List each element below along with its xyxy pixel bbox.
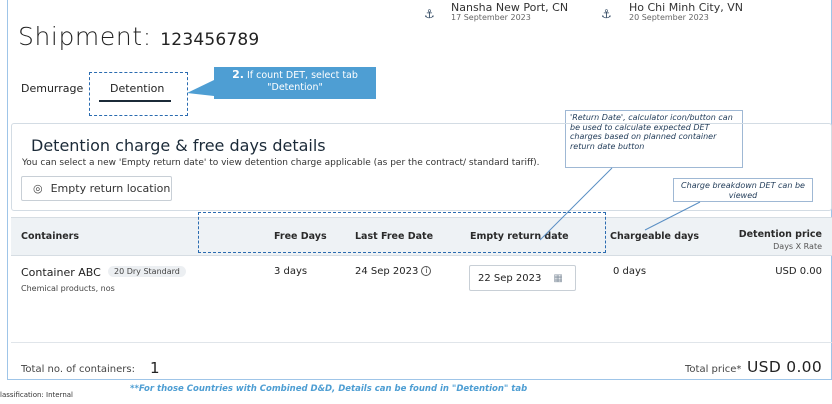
step-number: 2.: [232, 68, 244, 81]
col-chargeable-days: Chargeable days: [610, 231, 700, 242]
footer-note: **For those Countries with Combined D&D,…: [130, 384, 528, 394]
total-containers-label: Total no. of containers:: [21, 364, 135, 375]
tab-detention[interactable]: Detention: [110, 82, 164, 95]
empty-return-date-value: 22 Sep 2023: [478, 272, 542, 284]
empty-return-location-button[interactable]: ◎ Empty return location: [21, 176, 172, 201]
commodity: Chemical products, nos: [21, 284, 115, 293]
empty-return-location-label: Empty return location: [50, 182, 171, 195]
page-title: Shipment: 123456789: [18, 22, 259, 51]
col-containers: Containers: [21, 231, 80, 242]
shipment-label: Shipment:: [18, 22, 152, 51]
col-detention-price: Detention price: [738, 229, 822, 240]
step-text-line2: "Detention": [267, 82, 323, 93]
shipment-number: 123456789: [160, 30, 260, 50]
container-type-badge: 20 Dry Standard: [108, 266, 186, 277]
breakdown-note: Charge breakdown DET can be viewed: [673, 178, 813, 202]
tab-demurrage[interactable]: Demurrage: [21, 82, 83, 95]
detention-price-value: USD 0.00: [775, 266, 822, 277]
totals-divider: [11, 342, 832, 343]
empty-return-date-highlight: [198, 212, 606, 253]
info-icon[interactable]: i: [421, 266, 432, 276]
step-text-line1: If count DET, select tab: [246, 70, 358, 81]
active-tab-indicator: [99, 100, 171, 102]
total-price-label: Total price*: [685, 364, 742, 375]
last-free-date-text: 24 Sep 2023: [355, 266, 419, 277]
free-days-value: 3 days: [274, 266, 308, 277]
destination-date: 20 September 2023: [629, 13, 709, 22]
total-price-value: USD 0.00: [747, 358, 822, 376]
col-detention-price-sub: Days X Rate: [773, 242, 822, 251]
section-subtitle: You can select a new 'Empty return date'…: [22, 158, 540, 168]
empty-return-date-input[interactable]: 22 Sep 2023 ▦: [469, 265, 576, 291]
anchor-icon: ⚓: [601, 7, 612, 21]
classification-label: lassification: Internal: [0, 391, 73, 399]
section-title: Detention charge & free days details: [31, 136, 326, 155]
calendar-icon[interactable]: ▦: [553, 273, 562, 284]
chargeable-days-value: 0 days: [613, 266, 647, 277]
origin-date: 17 September 2023: [451, 13, 531, 22]
anchor-icon: ⚓: [424, 7, 435, 21]
location-pin-icon: ◎: [33, 182, 43, 195]
step-callout: 2. If count DET, select tab "Detention": [214, 67, 376, 99]
last-free-date-value: 24 Sep 2023 i: [355, 266, 432, 277]
container-name[interactable]: Container ABC: [21, 266, 101, 279]
total-containers-count: 1: [150, 359, 160, 377]
